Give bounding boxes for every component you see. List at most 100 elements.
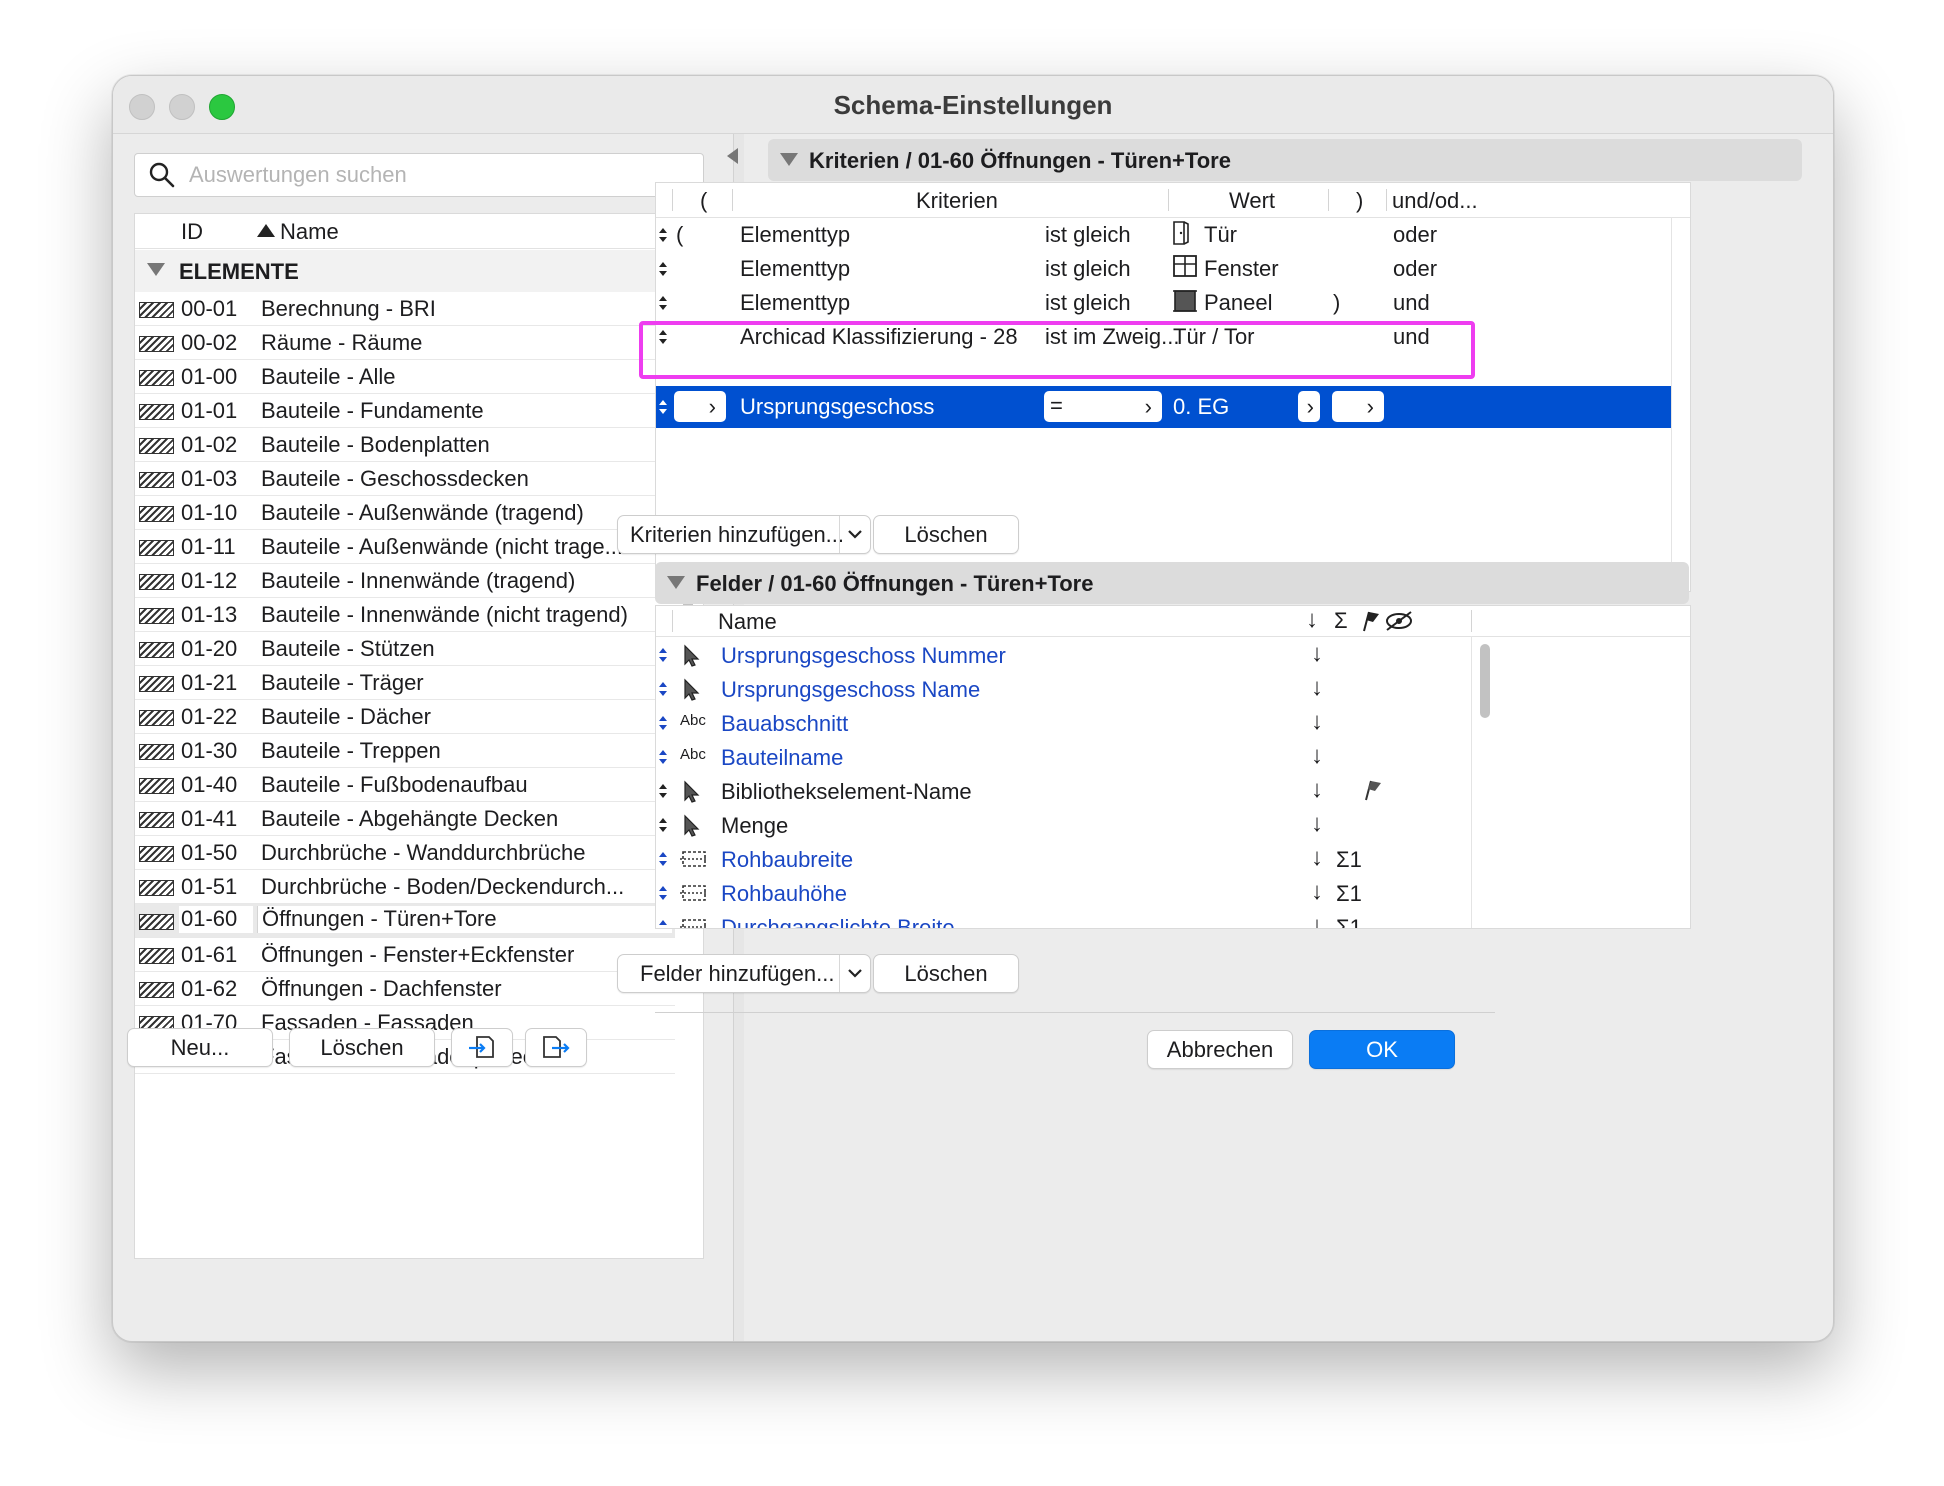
schedule-row[interactable]: 01-50 Durchbrüche - Wanddurchbrüche [135,836,675,870]
fields-section-header[interactable]: Felder / 01-60 Öffnungen - Türen+Tore [655,562,1689,604]
reorder-handle-icon[interactable] [658,816,668,834]
new-button[interactable]: Neu... [127,1028,273,1067]
field-row[interactable]: Abc Bauteilname ↓ [656,740,1666,774]
column-header-name[interactable]: Name [280,219,339,245]
disclosure-triangle-icon[interactable] [147,263,165,276]
delete-criteria-button[interactable]: Löschen [873,515,1019,554]
sort-down-icon[interactable]: ↓ [1311,640,1323,668]
schedule-row[interactable]: 00-01 Berechnung - BRI [135,292,675,326]
criteria-section-header[interactable]: Kriterien / 01-60 Öffnungen - Türen+Tore [768,139,1802,181]
sort-down-icon[interactable]: ↓ [1311,912,1323,928]
schedule-row[interactable]: 01-62 Öffnungen - Dachfenster [135,972,675,1006]
sigma-icon: Σ [1334,608,1348,633]
sort-down-icon[interactable]: ↓ [1311,878,1323,906]
delete-fields-button[interactable]: Löschen [873,954,1019,993]
criterion-value[interactable]: 0. EG [1173,394,1229,420]
field-row[interactable]: Rohbaubreite ↓ Σ1 [656,842,1666,876]
field-row[interactable]: Bibliothekselement-Name ↓ [656,774,1666,808]
reorder-handle-icon[interactable] [658,748,668,766]
reorder-handle-icon[interactable] [658,294,668,312]
field-row[interactable]: Rohbauhöhe ↓ Σ1 [656,876,1666,910]
schedule-row[interactable]: 01-30 Bauteile - Treppen [135,734,675,768]
schedule-row[interactable]: 01-12 Bauteile - Innenwände (tragend) [135,564,675,598]
add-criteria-button[interactable]: Kriterien hinzufügen... [617,515,871,554]
sort-down-icon[interactable]: ↓ [1311,844,1323,872]
ok-button[interactable]: OK [1309,1030,1455,1069]
schedule-row[interactable]: 01-11 Bauteile - Außenwände (nicht trage.… [135,530,675,564]
list-header: ID Name [135,214,703,249]
chevron-right-icon: › [1144,394,1152,419]
schedule-row[interactable]: 01-41 Bauteile - Abgehängte Decken [135,802,675,836]
group-elemente[interactable]: ELEMENTE [135,250,675,292]
sort-down-icon[interactable]: ↓ [1311,708,1323,736]
add-fields-dropdown[interactable] [839,955,870,992]
field-row[interactable]: Menge ↓ [656,808,1666,842]
schedule-row[interactable]: 01-40 Bauteile - Fußbodenaufbau [135,768,675,802]
criteria-row-selected[interactable]: › Ursprungsgeschoss = › 0. EG › › [656,386,1671,428]
collapse-pane-icon[interactable] [727,148,738,164]
disclosure-triangle-icon[interactable] [667,576,685,589]
schedule-row[interactable]: 01-21 Bauteile - Träger [135,666,675,700]
reorder-handle-icon[interactable] [658,714,668,732]
disclosure-triangle-icon[interactable] [780,153,798,166]
add-criteria-dropdown[interactable] [839,516,870,553]
sort-down-icon[interactable]: ↓ [1311,742,1323,770]
fields-scrollbar-thumb[interactable] [1480,644,1490,718]
schedule-rows: 00-01 Berechnung - BRI 00-02 Räume - Räume 0… [135,292,675,1074]
flag-icon [1365,780,1381,801]
sort-down-icon[interactable]: ↓ [1311,776,1323,804]
sort-down-icon[interactable]: ↓ [1311,810,1323,838]
reorder-handle-icon[interactable] [658,918,668,929]
schedule-row[interactable]: 01-22 Bauteile - Dächer [135,700,675,734]
reorder-handle-icon[interactable] [658,884,668,902]
column-header-value: Wert [1229,188,1276,213]
field-row[interactable]: Abc Bauabschnitt ↓ [656,706,1666,740]
field-row[interactable]: Ursprungsgeschoss Name ↓ [656,672,1666,706]
import-button[interactable] [451,1028,513,1067]
reorder-handle-icon[interactable] [658,260,668,278]
schedule-row[interactable]: 01-03 Bauteile - Geschossdecken [135,462,675,496]
field-type: Abc [680,712,708,734]
field-row[interactable]: Durchgangslichte Breite ↓ Σ1 [656,910,1666,929]
schedule-row[interactable]: 01-13 Bauteile - Innenwände (nicht tragen… [135,598,675,632]
operator-dropdown[interactable]: = › [1044,391,1162,422]
schedule-row[interactable]: 01-61 Öffnungen - Fenster+Eckfenster [135,938,675,972]
criterion-name[interactable]: Ursprungsgeschoss [740,394,934,420]
reorder-handle-icon[interactable] [658,226,668,244]
criterion-operator: ist gleich [1045,256,1131,281]
export-button[interactable] [525,1028,587,1067]
reorder-handle-icon[interactable] [658,398,668,416]
schedule-id: 01-10 [181,500,238,525]
criteria-row[interactable]: (Elementtyp ist gleich Tür oder [656,218,1671,251]
schedule-id: 01-21 [181,670,238,695]
reorder-handle-icon[interactable] [658,782,668,800]
open-paren-dropdown[interactable]: › [674,391,726,422]
schedule-row[interactable]: 01-10 Bauteile - Außenwände (tragend) [135,496,675,530]
schedule-type-icon [139,744,174,760]
add-fields-button[interactable]: Felder hinzufügen... [617,954,871,993]
reorder-handle-icon[interactable] [658,646,668,664]
schedule-row[interactable]: 01-20 Bauteile - Stützen [135,632,675,666]
sort-down-icon[interactable]: ↓ [1311,674,1323,702]
value-picker-button[interactable]: › [1298,391,1320,422]
reorder-handle-icon[interactable] [658,680,668,698]
criteria-row[interactable]: Elementtyp ist gleich Fenster oder [656,252,1671,285]
schedule-type-icon [139,778,174,794]
schedule-row[interactable]: 01-60 Öffnungen - Türen+Tore [135,904,675,938]
reorder-handle-icon[interactable] [658,850,668,868]
field-row[interactable]: Ursprungsgeschoss Nummer ↓ [656,638,1666,672]
criteria-row[interactable]: Elementtyp ist gleich Paneel) und [656,286,1671,319]
schedule-row[interactable]: 00-02 Räume - Räume [135,326,675,360]
criterion-name: Elementtyp [740,256,851,281]
column-header-id[interactable]: ID [181,219,203,245]
field-name: Ursprungsgeschoss Nummer [721,643,1006,668]
schedule-row[interactable]: 01-02 Bauteile - Bodenplatten [135,428,675,462]
delete-schedule-button[interactable]: Löschen [289,1028,435,1067]
schedule-id: 01-50 [181,840,238,865]
cancel-button[interactable]: Abbrechen [1147,1030,1293,1069]
schedule-row[interactable]: 01-51 Durchbrüche - Boden/Deckendurch... [135,870,675,904]
search-field[interactable]: Auswertungen suchen [134,153,704,197]
schedule-row[interactable]: 01-01 Bauteile - Fundamente [135,394,675,428]
close-paren-dropdown[interactable]: › [1332,391,1384,422]
schedule-row[interactable]: 01-00 Bauteile - Alle [135,360,675,394]
